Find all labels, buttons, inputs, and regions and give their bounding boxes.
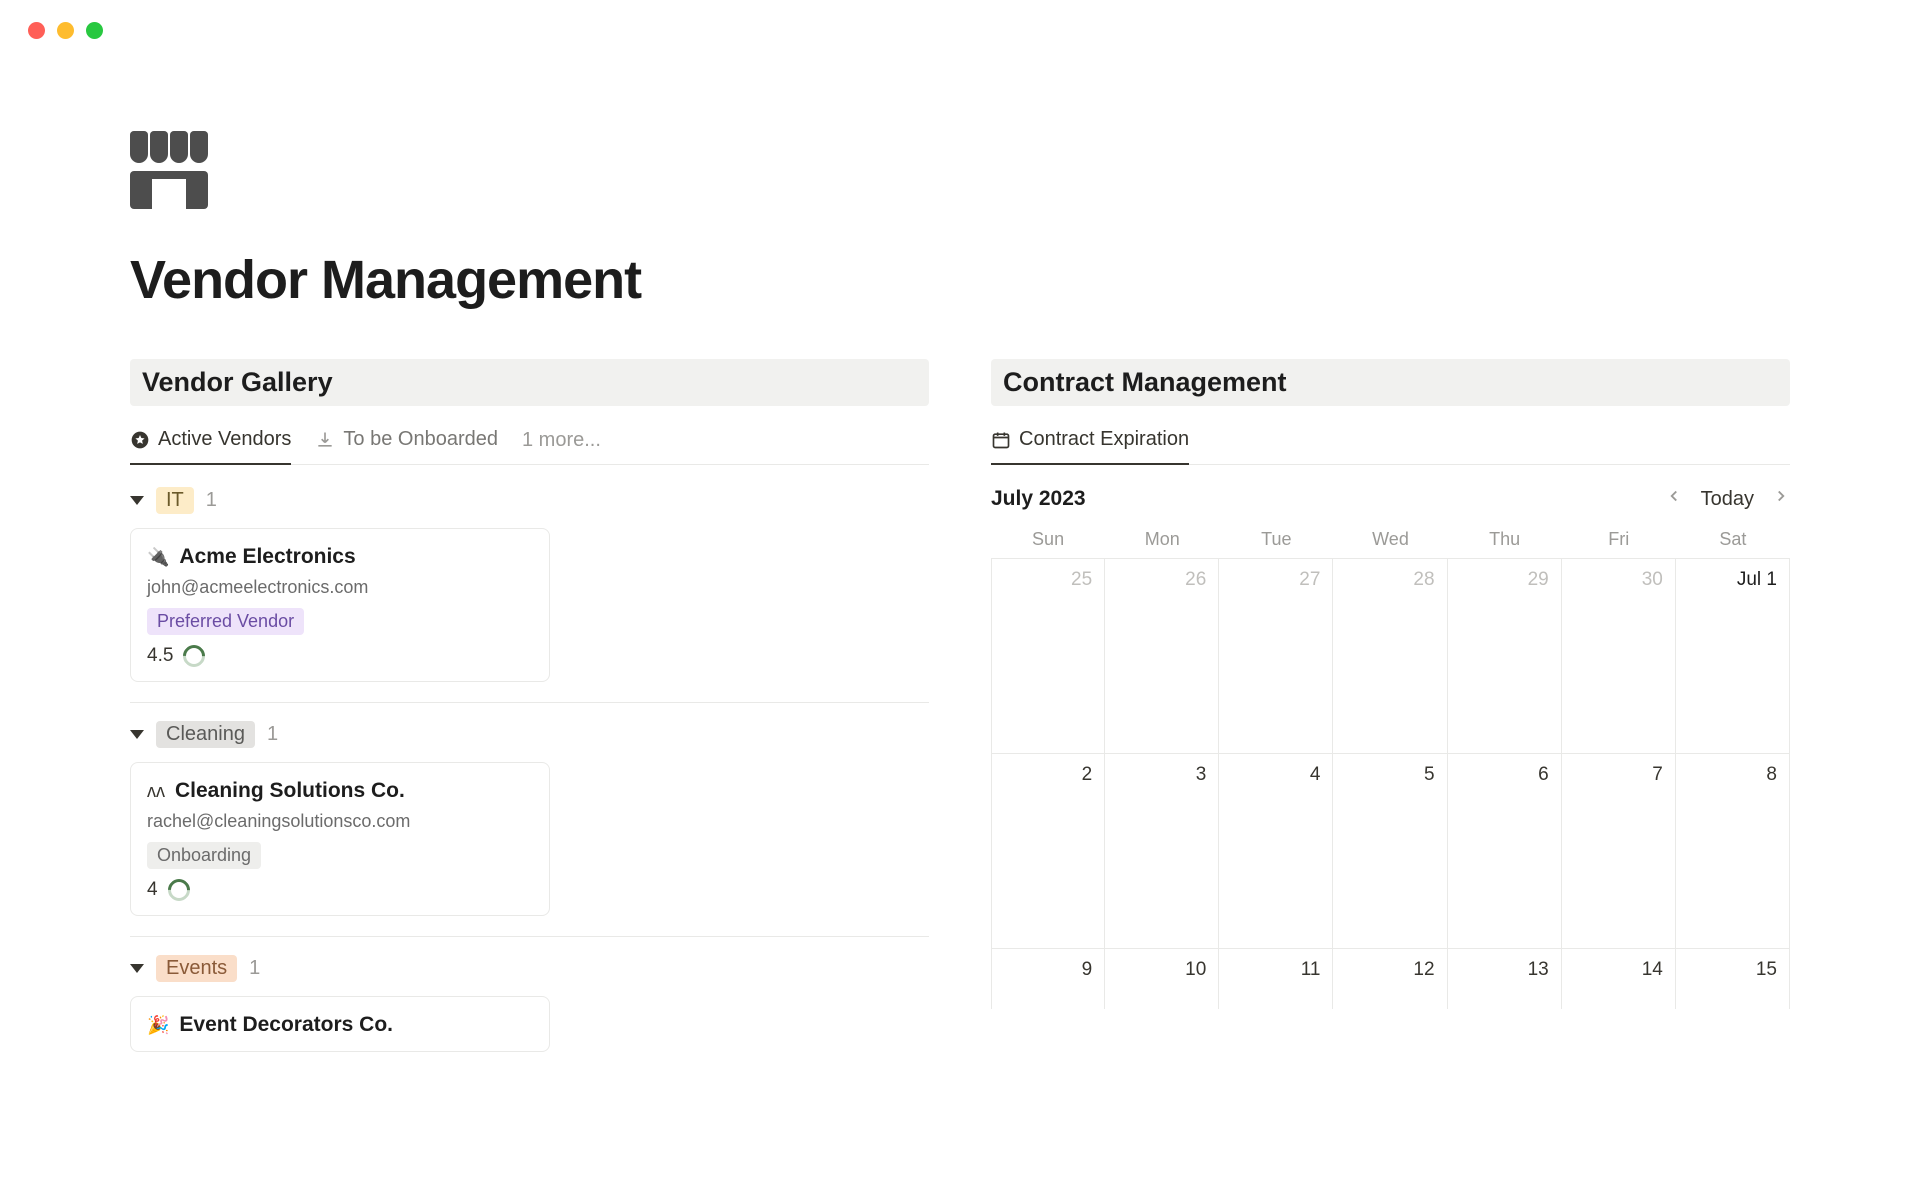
vendor-rating: 4 <box>147 879 158 901</box>
calendar-cell[interactable]: 30 <box>1562 559 1676 754</box>
vendor-badge: Onboarding <box>147 842 261 869</box>
plug-icon: 🔌 <box>147 547 169 568</box>
group-tag-cleaning: Cleaning <box>156 721 255 748</box>
window-controls <box>0 0 1920 61</box>
tab-to-be-onboarded[interactable]: To be Onboarded <box>315 428 498 465</box>
calendar-prev-button[interactable] <box>1665 487 1683 511</box>
divider <box>130 936 929 937</box>
calendar-cell[interactable]: 6 <box>1448 754 1562 949</box>
divider <box>130 702 929 703</box>
star-icon <box>130 430 150 450</box>
window-close-button[interactable] <box>28 22 45 39</box>
progress-ring-icon <box>179 640 210 671</box>
weekday-wed: Wed <box>1333 529 1447 550</box>
tab-active-vendors[interactable]: Active Vendors <box>130 428 291 465</box>
calendar-cell[interactable]: 7 <box>1562 754 1676 949</box>
tab-to-be-onboarded-label: To be Onboarded <box>343 428 498 451</box>
candles-icon: ᴧᴧ <box>147 781 165 802</box>
calendar-cell[interactable]: 10 <box>1105 949 1219 1009</box>
calendar-today-button[interactable]: Today <box>1701 488 1754 511</box>
calendar-cell[interactable]: 4 <box>1219 754 1333 949</box>
window-zoom-button[interactable] <box>86 22 103 39</box>
vendor-name: Cleaning Solutions Co. <box>175 779 405 803</box>
page-icon-store <box>130 131 208 209</box>
vendor-badge: Preferred Vendor <box>147 608 304 635</box>
contract-management-column: Contract Management Contract Expiration … <box>991 359 1790 1060</box>
weekday-thu: Thu <box>1448 529 1562 550</box>
vendor-card-events[interactable]: 🎉 Event Decorators Co. <box>130 996 550 1052</box>
weekday-tue: Tue <box>1219 529 1333 550</box>
party-icon: 🎉 <box>147 1015 169 1036</box>
group-header-events[interactable]: Events 1 <box>130 955 929 982</box>
calendar-cell[interactable]: 14 <box>1562 949 1676 1009</box>
calendar-cell[interactable]: 8 <box>1676 754 1790 949</box>
calendar-cell[interactable]: 13 <box>1448 949 1562 1009</box>
vendor-name: Event Decorators Co. <box>179 1013 393 1037</box>
window-minimize-button[interactable] <box>57 22 74 39</box>
vendor-card-acme[interactable]: 🔌 Acme Electronics john@acmeelectronics.… <box>130 528 550 682</box>
weekday-sun: Sun <box>991 529 1105 550</box>
group-tag-events: Events <box>156 955 237 982</box>
progress-ring-icon <box>163 874 194 905</box>
contract-management-header: Contract Management <box>991 359 1790 406</box>
vendor-email: john@acmeelectronics.com <box>147 577 533 598</box>
tab-active-vendors-label: Active Vendors <box>158 428 291 451</box>
group-header-cleaning[interactable]: Cleaning 1 <box>130 721 929 748</box>
calendar-weekdays: Sun Mon Tue Wed Thu Fri Sat <box>991 529 1790 550</box>
vendor-email: rachel@cleaningsolutionsco.com <box>147 811 533 832</box>
calendar-cell[interactable]: Jul 1 <box>1676 559 1790 754</box>
group-count-events: 1 <box>249 957 260 980</box>
calendar-grid: 252627282930Jul 1 2345678 9101112131415 <box>991 558 1790 1009</box>
weekday-sat: Sat <box>1676 529 1790 550</box>
calendar-cell[interactable]: 2 <box>991 754 1105 949</box>
group-count-it: 1 <box>206 489 217 512</box>
tab-more[interactable]: 1 more... <box>522 429 601 464</box>
group-tag-it: IT <box>156 487 194 514</box>
contract-tabs: Contract Expiration <box>991 428 1790 465</box>
toggle-icon[interactable] <box>130 964 144 973</box>
toggle-icon[interactable] <box>130 730 144 739</box>
vendor-rating: 4.5 <box>147 645 173 667</box>
tab-contract-expiration-label: Contract Expiration <box>1019 428 1189 451</box>
calendar-cell[interactable]: 25 <box>991 559 1105 754</box>
calendar-cell[interactable]: 12 <box>1333 949 1447 1009</box>
vendor-tabs: Active Vendors To be Onboarded 1 more... <box>130 428 929 465</box>
weekday-mon: Mon <box>1105 529 1219 550</box>
vendor-card-cleaning[interactable]: ᴧᴧ Cleaning Solutions Co. rachel@cleanin… <box>130 762 550 916</box>
group-header-it[interactable]: IT 1 <box>130 487 929 514</box>
calendar-cell[interactable]: 5 <box>1333 754 1447 949</box>
vendor-name: Acme Electronics <box>179 545 355 569</box>
calendar-cell[interactable]: 11 <box>1219 949 1333 1009</box>
calendar-cell[interactable]: 15 <box>1676 949 1790 1009</box>
toggle-icon[interactable] <box>130 496 144 505</box>
calendar-cell[interactable]: 29 <box>1448 559 1562 754</box>
calendar-cell[interactable]: 27 <box>1219 559 1333 754</box>
calendar-next-button[interactable] <box>1772 487 1790 511</box>
tab-contract-expiration[interactable]: Contract Expiration <box>991 428 1189 465</box>
calendar-cell[interactable]: 26 <box>1105 559 1219 754</box>
vendor-gallery-column: Vendor Gallery Active Vendors To be Onbo… <box>130 359 929 1060</box>
weekday-fri: Fri <box>1562 529 1676 550</box>
calendar-month: July 2023 <box>991 487 1086 511</box>
vendor-gallery-header: Vendor Gallery <box>130 359 929 406</box>
calendar-cell[interactable]: 28 <box>1333 559 1447 754</box>
calendar-cell[interactable]: 3 <box>1105 754 1219 949</box>
group-count-cleaning: 1 <box>267 723 278 746</box>
download-icon <box>315 430 335 450</box>
calendar-icon <box>991 430 1011 450</box>
calendar-cell[interactable]: 9 <box>991 949 1105 1009</box>
page-title: Vendor Management <box>130 249 1790 311</box>
